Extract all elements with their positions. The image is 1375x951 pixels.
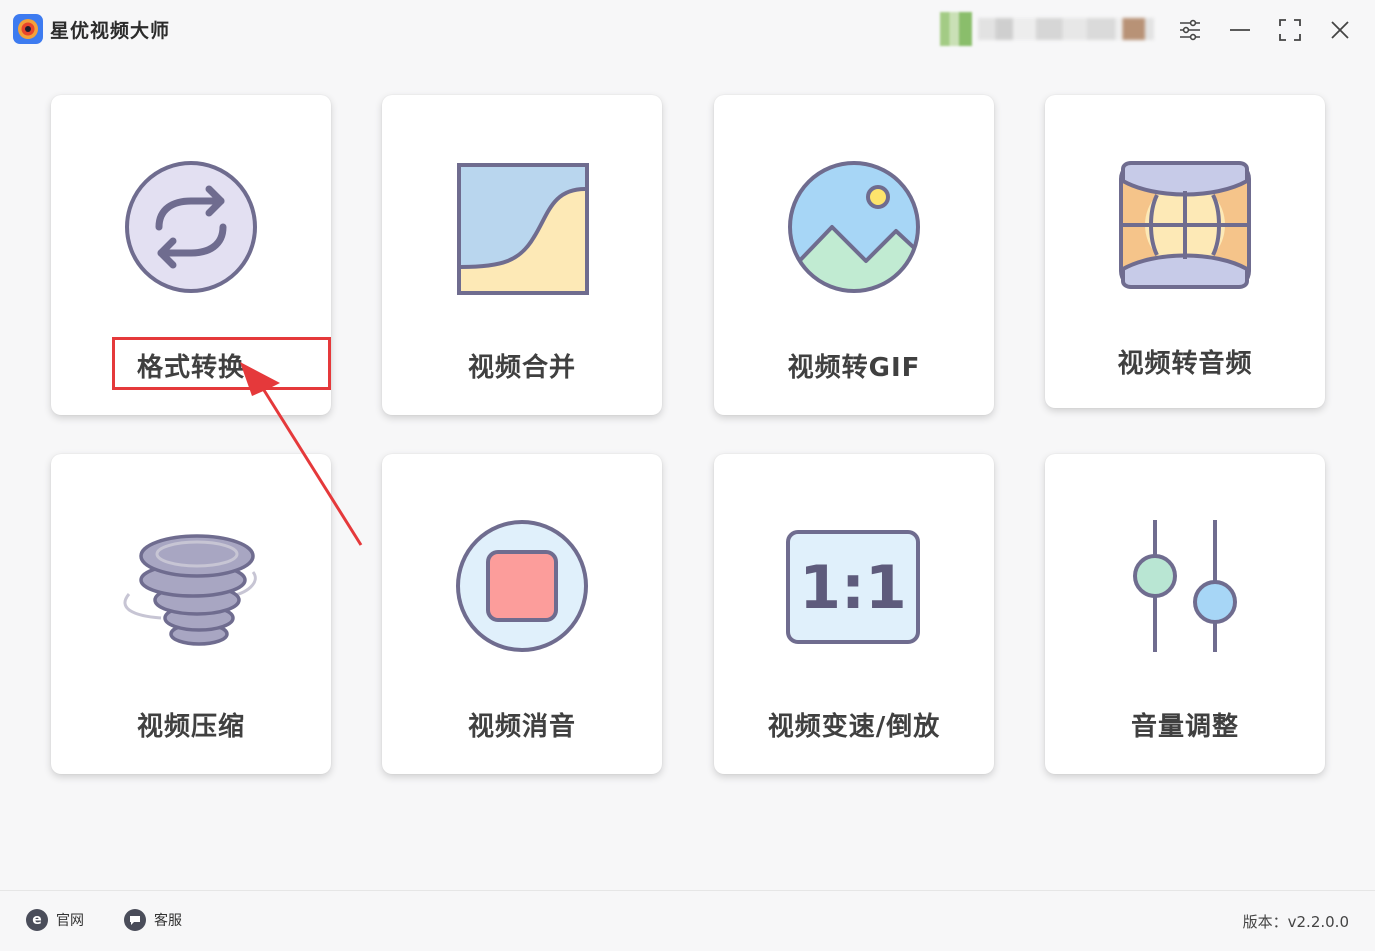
tool-label: 格式转换 (136, 353, 245, 383)
footer: e 官网 客服 版本：v2.2.0.0 (0, 890, 1375, 951)
support-link[interactable]: 客服 (124, 909, 182, 931)
support-label: 客服 (154, 913, 182, 929)
app-logo-icon (13, 14, 43, 44)
version-text: 版本：v2.2.0.0 (1242, 913, 1349, 931)
website-link[interactable]: e 官网 (26, 909, 84, 931)
tool-label: 视频合并 (467, 353, 576, 383)
ratio-icon: 1:1 (786, 530, 920, 644)
settings-icon[interactable] (1176, 16, 1204, 44)
app-title: 星优视频大师 (50, 20, 171, 42)
merge-icon (457, 163, 589, 295)
tool-card-compress[interactable]: 视频压缩 (51, 454, 331, 774)
website-label: 官网 (56, 913, 84, 929)
tornado-icon (123, 534, 257, 646)
tool-card-mute[interactable]: 视频消音 (382, 454, 662, 774)
chat-icon (124, 909, 146, 931)
slider-icon (1133, 520, 1237, 652)
minimize-icon[interactable] (1226, 16, 1254, 44)
tool-card-volume[interactable]: 音量调整 (1045, 454, 1325, 774)
tool-label: 视频转GIF (787, 353, 921, 383)
title-bar: 星优视频大师 (0, 0, 1375, 62)
user-avatar[interactable] (940, 12, 972, 46)
tool-label: 音量调整 (1130, 712, 1239, 742)
user-name-blurred[interactable] (978, 18, 1154, 40)
tool-card-speed[interactable]: 1:1 视频变速/倒放 (714, 454, 994, 774)
tool-card-format-convert[interactable]: 格式转换 (51, 95, 331, 415)
tool-label: 视频压缩 (136, 712, 245, 742)
convert-icon (125, 161, 257, 293)
close-icon[interactable] (1326, 16, 1354, 44)
stop-icon (456, 520, 588, 652)
tool-card-gif[interactable]: 视频转GIF (714, 95, 994, 415)
tool-label: 视频变速/倒放 (767, 712, 941, 742)
audio-extract-icon (1119, 161, 1251, 289)
tool-label: 视频转音频 (1117, 349, 1253, 379)
image-icon (788, 161, 920, 293)
tool-label: 视频消音 (467, 712, 576, 742)
tool-card-merge[interactable]: 视频合并 (382, 95, 662, 415)
maximize-icon[interactable] (1276, 16, 1304, 44)
tool-card-audio[interactable]: 视频转音频 (1045, 95, 1325, 408)
browser-icon: e (26, 909, 48, 931)
ratio-text: 1:1 (799, 553, 907, 623)
